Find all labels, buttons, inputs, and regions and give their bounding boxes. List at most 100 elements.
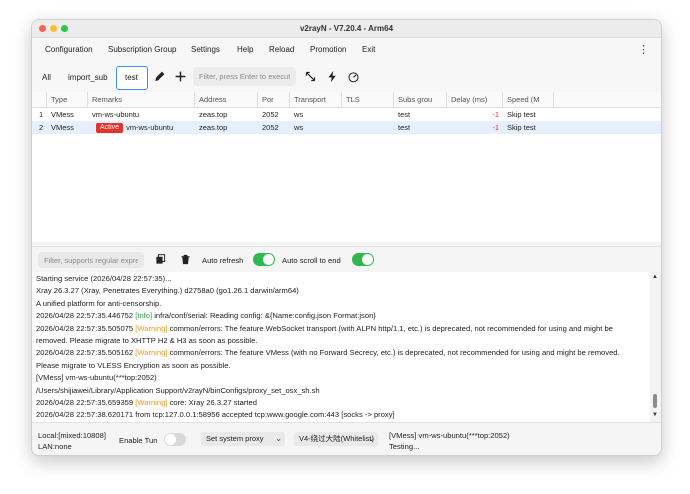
- server-filter-input[interactable]: [193, 67, 296, 86]
- header-transport[interactable]: Transport: [290, 92, 342, 107]
- log-text: 2026/04/28 22:57:35.659359: [36, 398, 136, 407]
- log-text: /Users/shijiawei/Library/Application Sup…: [36, 385, 320, 395]
- header-delay[interactable]: Delay (ms): [447, 92, 503, 107]
- log-line: A unified platform for anti-censorship.: [36, 299, 161, 308]
- tab-test[interactable]: test: [116, 66, 148, 90]
- log-line: Starting service (2026/04/28 22:57:35)..…: [36, 274, 172, 283]
- menu-settings[interactable]: Settings: [191, 45, 220, 54]
- auto-scroll-label: Auto scroll to end: [282, 256, 341, 265]
- header-index: [32, 92, 47, 107]
- log-text: [VMess] vm-ws-ubuntu(***top:2052): [36, 373, 157, 383]
- menu-help[interactable]: Help: [237, 45, 253, 54]
- row-transport: ws: [294, 123, 304, 132]
- speedometer-icon[interactable]: [347, 70, 360, 83]
- log-line: 2026/04/28 22:57:35.446752 [Info] infra/…: [36, 311, 376, 320]
- row-subs-group: test: [398, 110, 411, 119]
- row-address: zeas.top: [199, 110, 228, 119]
- row-subs-group: test: [398, 123, 411, 132]
- row-remarks: vm-ws-ubuntu: [126, 123, 174, 132]
- table-row[interactable]: 2 VMess Active vm-ws-ubuntu zeas.top 2052…: [32, 121, 661, 134]
- log-panel: Starting service (2026/04/28 22:57:35)..…: [32, 272, 661, 422]
- log-text: 2026/04/28 22:57:35.505075: [36, 323, 136, 333]
- menu-reload[interactable]: Reload: [269, 45, 294, 54]
- title-bar: v2rayN - V7.20.4 - Arm64: [32, 20, 661, 38]
- log-text: 2026/04/28 22:57:35.446752: [36, 311, 136, 321]
- row-tls: [342, 121, 346, 134]
- scroll-up-icon[interactable]: ▲: [652, 274, 658, 280]
- log-text: Starting service (2026/04/28 22:57:35)..…: [36, 274, 172, 283]
- status-bar: Local:[mixed:10808] LAN:none Enable Tun …: [32, 422, 661, 455]
- log-text: Xray 26.3.27 (Xray, Penetrates Everythin…: [36, 286, 299, 296]
- more-options-icon[interactable]: ⋮: [638, 43, 649, 56]
- header-speed[interactable]: Speed (M: [503, 92, 554, 107]
- log-level-info: [Info]: [135, 311, 153, 321]
- auto-scroll-toggle[interactable]: [352, 253, 374, 266]
- row-delay: -1: [492, 123, 499, 132]
- menu-promotion[interactable]: Promotion: [310, 45, 346, 54]
- header-remarks[interactable]: Remarks: [88, 92, 195, 107]
- testing-status: Testing...: [389, 442, 420, 451]
- enable-tun-toggle[interactable]: [164, 433, 186, 446]
- toggle-knob: [263, 254, 274, 265]
- log-text: Please migrate to VLESS Encryption as so…: [36, 360, 231, 370]
- tab-test-label: test: [125, 73, 138, 82]
- toolbar: All import_sub test: [32, 62, 661, 93]
- menu-bar: Configuration Subscription Group Setting…: [32, 38, 661, 62]
- log-filter-input[interactable]: [38, 252, 144, 268]
- row-index: 1: [39, 110, 44, 119]
- toggle-knob: [362, 254, 373, 265]
- log-level-warn: [Warning]: [135, 398, 168, 407]
- log-toolbar: Auto refresh Auto scroll to end: [32, 246, 661, 273]
- header-tls[interactable]: TLS: [342, 92, 394, 107]
- tab-import-sub[interactable]: import_sub: [68, 73, 108, 82]
- table-row[interactable]: 1 VMess vm-ws-ubuntu zeas.top 2052 ws te…: [32, 108, 661, 121]
- add-icon[interactable]: [174, 70, 187, 83]
- log-text: common/errors: The feature VMess (with n…: [167, 348, 620, 358]
- row-index: 2: [39, 123, 44, 132]
- local-port-label: Local:[mixed:10808]: [38, 431, 106, 440]
- log-line: 2026/04/28 22:57:35.505162 [Warning] com…: [36, 348, 620, 357]
- window-title: v2rayN - V7.20.4 - Arm64: [299, 24, 394, 33]
- row-remarks: vm-ws-ubuntu: [92, 110, 140, 119]
- system-proxy-select[interactable]: Set system proxy ⌄: [201, 432, 285, 446]
- menu-exit[interactable]: Exit: [362, 45, 375, 54]
- auto-refresh-toggle[interactable]: [253, 253, 275, 266]
- active-badge: Active: [96, 123, 124, 134]
- header-address[interactable]: Address: [195, 92, 258, 107]
- header-port[interactable]: Por: [258, 92, 290, 107]
- tab-all[interactable]: All: [42, 73, 51, 82]
- expand-icon[interactable]: [304, 70, 317, 83]
- header-type[interactable]: Type: [47, 92, 88, 107]
- row-speed: Skip test: [507, 123, 536, 132]
- row-port: 2052: [262, 110, 279, 119]
- trash-icon[interactable]: [180, 254, 191, 265]
- scrollbar-thumb[interactable]: [653, 394, 657, 408]
- lan-label: LAN:none: [38, 442, 72, 451]
- menu-subscription-group[interactable]: Subscription Group: [108, 45, 176, 54]
- row-transport: ws: [294, 110, 304, 119]
- enable-tun-label: Enable Tun: [119, 436, 158, 445]
- log-text: 2026/04/28 22:57:38.620171 from tcp:127.…: [36, 410, 395, 420]
- row-address: zeas.top: [199, 123, 228, 132]
- log-level-warn: [Warning]: [135, 348, 168, 358]
- log-text: common/errors: The feature WebSocket tra…: [167, 323, 613, 333]
- log-line: 2026/04/28 22:57:35.505075 [Warning] com…: [36, 324, 613, 333]
- log-text: removed. Please migrate to XHTTP H2 & H3…: [36, 336, 258, 345]
- edit-icon[interactable]: [153, 70, 166, 83]
- server-table: Type Remarks Address Por Transport TLS S…: [32, 92, 661, 242]
- header-subs-group[interactable]: Subs grou: [394, 92, 447, 107]
- lightning-icon[interactable]: [326, 70, 339, 83]
- log-scrollbar[interactable]: ▲ ▼: [650, 272, 661, 422]
- toggle-knob: [165, 434, 176, 445]
- copy-icon[interactable]: [155, 254, 166, 265]
- row-type: VMess: [51, 110, 74, 119]
- menu-configuration[interactable]: Configuration: [45, 45, 93, 54]
- app-window: v2rayN - V7.20.4 - Arm64 Configuration S…: [31, 19, 662, 456]
- routing-select[interactable]: V4-绕过大陆(Whitelist) ⌄: [294, 432, 378, 446]
- row-tls: [342, 108, 346, 121]
- row-port: 2052: [262, 123, 279, 132]
- log-text: 2026/04/28 22:57:35.505162: [36, 348, 136, 358]
- log-line: Xray 26.3.27 (Xray, Penetrates Everythin…: [36, 286, 299, 295]
- row-delay: -1: [492, 110, 499, 119]
- scroll-down-icon[interactable]: ▼: [652, 412, 658, 418]
